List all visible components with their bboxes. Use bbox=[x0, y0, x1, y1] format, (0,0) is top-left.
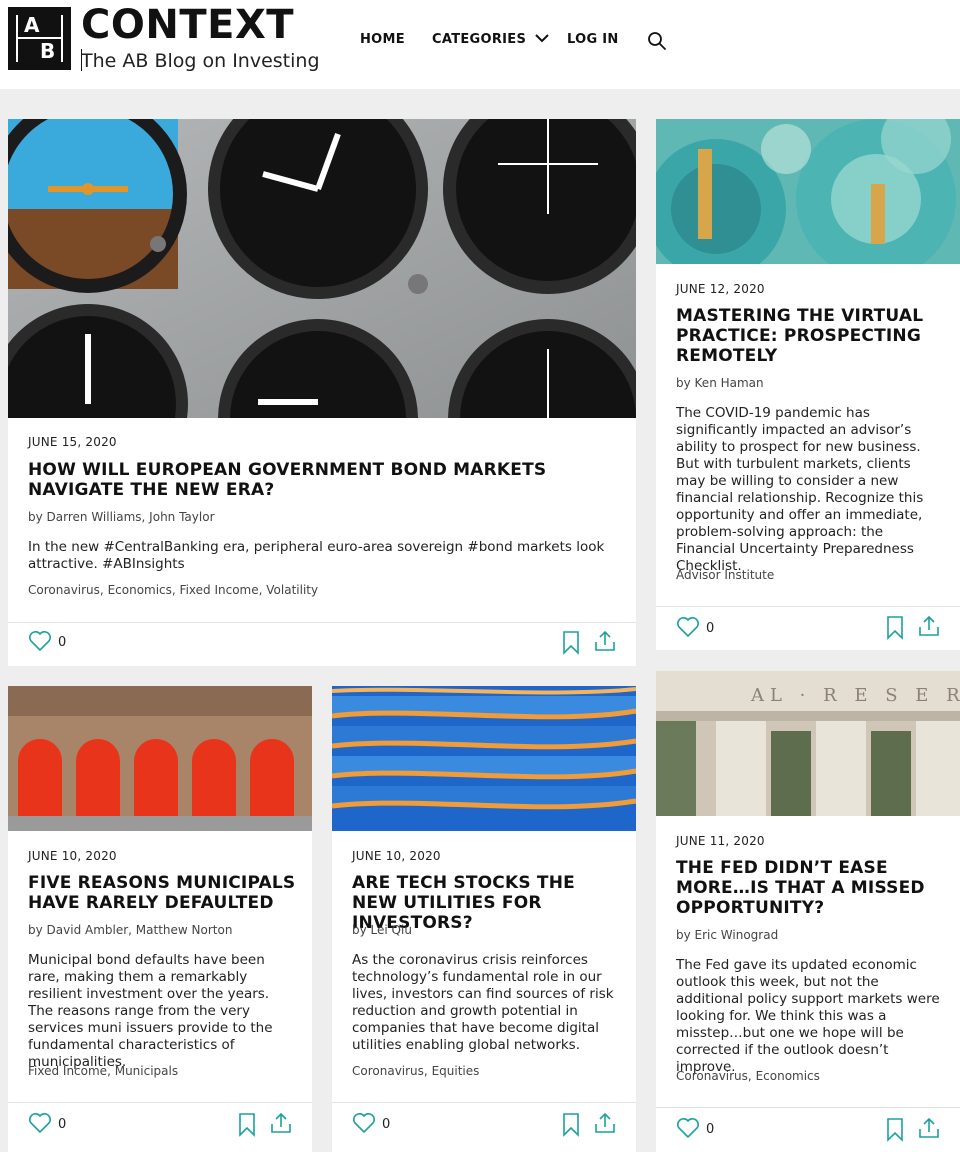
tag-link[interactable]: Municipals bbox=[115, 1064, 178, 1078]
tag-link[interactable]: Fixed Income bbox=[28, 1064, 107, 1078]
post-authors[interactable]: by Darren Williams, John Taylor bbox=[28, 510, 620, 524]
card-divider bbox=[8, 622, 636, 623]
heart-icon[interactable] bbox=[676, 1117, 700, 1139]
post-authors[interactable]: by David Ambler, Matthew Norton bbox=[28, 923, 296, 937]
site-header: A B CONTEXT The AB Blog on Investing HOM… bbox=[0, 0, 960, 89]
post-authors[interactable]: by Lei Qiu bbox=[352, 923, 620, 937]
tag-link[interactable]: Economics bbox=[108, 583, 172, 597]
post-date: JUNE 10, 2020 bbox=[28, 849, 117, 863]
post-card[interactable]: JUNE 10, 2020 ARE TECH STOCKS THE NEW UT… bbox=[332, 686, 636, 1152]
post-card[interactable]: JUNE 15, 2020 HOW WILL EUROPEAN GOVERNME… bbox=[8, 119, 636, 666]
share-icon[interactable] bbox=[594, 1112, 616, 1134]
post-image-cockpit[interactable] bbox=[8, 119, 636, 418]
tag-link[interactable]: Volatility bbox=[266, 583, 318, 597]
post-authors[interactable]: by Eric Winograd bbox=[676, 928, 944, 942]
post-title[interactable]: MASTERING THE VIRTUAL PRACTICE: PROSPECT… bbox=[676, 306, 944, 366]
bookmark-icon[interactable] bbox=[238, 1113, 256, 1137]
card-divider bbox=[8, 1102, 312, 1103]
card-divider bbox=[656, 1107, 960, 1108]
post-title[interactable]: FIVE REASONS MUNICIPALS HAVE RARELY DEFA… bbox=[28, 873, 296, 913]
heart-icon[interactable] bbox=[676, 616, 700, 638]
nav-categories-label: CATEGORIES bbox=[432, 32, 527, 47]
card-divider bbox=[332, 1102, 636, 1103]
bookmark-icon[interactable] bbox=[886, 1118, 904, 1142]
nav-login[interactable]: LOG IN bbox=[567, 32, 619, 47]
post-excerpt: The COVID-19 pandemic has significantly … bbox=[676, 405, 924, 574]
search-icon[interactable] bbox=[647, 31, 667, 51]
tag-link[interactable]: Coronavirus bbox=[352, 1064, 424, 1078]
post-tags: Coronavirus, Economics, Fixed Income, Vo… bbox=[28, 583, 319, 597]
bookmark-icon[interactable] bbox=[562, 631, 580, 655]
like-count: 0 bbox=[58, 1117, 67, 1132]
heart-icon[interactable] bbox=[28, 1112, 52, 1134]
heart-icon[interactable] bbox=[28, 630, 52, 652]
bookmark-icon[interactable] bbox=[562, 1113, 580, 1137]
post-title[interactable]: THE FED DIDN’T EASE MORE…IS THAT A MISSE… bbox=[676, 858, 944, 918]
nav-categories[interactable]: CATEGORIES bbox=[432, 32, 549, 47]
like-count: 0 bbox=[382, 1117, 391, 1132]
tag-link[interactable]: Coronavirus bbox=[28, 583, 100, 597]
tag-link[interactable]: Equities bbox=[432, 1064, 480, 1078]
post-title[interactable]: HOW WILL EUROPEAN GOVERNMENT BOND MARKET… bbox=[28, 460, 620, 500]
tag-link[interactable]: Coronavirus bbox=[676, 1069, 748, 1083]
post-image-federal-reserve[interactable]: AL · R E S E R V E bbox=[656, 671, 960, 816]
like-count: 0 bbox=[58, 635, 67, 650]
heart-icon[interactable] bbox=[352, 1112, 376, 1134]
share-icon[interactable] bbox=[270, 1112, 292, 1134]
post-card[interactable]: AL · R E S E R V E JUNE 11, 2020 THE FED… bbox=[656, 671, 960, 1152]
like-count: 0 bbox=[706, 1122, 715, 1137]
tag-link[interactable]: Economics bbox=[756, 1069, 820, 1083]
card-divider bbox=[656, 606, 960, 607]
nav-home[interactable]: HOME bbox=[360, 32, 405, 47]
post-date: JUNE 12, 2020 bbox=[676, 282, 765, 296]
bookmark-icon[interactable] bbox=[886, 616, 904, 640]
tag-link[interactable]: Advisor Institute bbox=[676, 568, 774, 582]
logo-letter-a: A bbox=[24, 13, 40, 37]
brand-title[interactable]: CONTEXT bbox=[81, 2, 294, 48]
post-tags: Coronavirus, Economics bbox=[676, 1069, 820, 1083]
engraved-inscription: AL · R E S E R V E bbox=[750, 685, 960, 706]
tag-link[interactable]: Fixed Income bbox=[180, 583, 259, 597]
post-excerpt: The Fed gave its updated economic outloo… bbox=[676, 957, 940, 1075]
logo-letter-b: B bbox=[40, 39, 56, 63]
share-icon[interactable] bbox=[918, 1117, 940, 1139]
post-card[interactable]: JUNE 12, 2020 MASTERING THE VIRTUAL PRAC… bbox=[656, 119, 960, 650]
like-count: 0 bbox=[706, 621, 715, 636]
post-date: JUNE 10, 2020 bbox=[352, 849, 441, 863]
post-date: JUNE 11, 2020 bbox=[676, 834, 765, 848]
post-authors[interactable]: by Ken Haman bbox=[676, 376, 944, 390]
post-tags: Fixed Income, Municipals bbox=[28, 1064, 179, 1078]
post-date: JUNE 15, 2020 bbox=[28, 435, 117, 449]
post-excerpt: In the new #CentralBanking era, peripher… bbox=[28, 539, 605, 572]
post-excerpt: As the coronavirus crisis reinforces tec… bbox=[352, 952, 614, 1053]
post-image-gears[interactable] bbox=[656, 119, 960, 264]
share-icon[interactable] bbox=[918, 615, 940, 637]
share-icon[interactable] bbox=[594, 630, 616, 652]
chevron-down-icon bbox=[535, 34, 549, 43]
post-image-network-switch[interactable] bbox=[332, 686, 636, 831]
brand-subtitle: The AB Blog on Investing bbox=[81, 50, 320, 72]
post-tags: Advisor Institute bbox=[676, 568, 944, 582]
post-excerpt: Municipal bond defaults have been rare, … bbox=[28, 952, 273, 1070]
post-tags: Coronavirus, Equities bbox=[352, 1064, 480, 1078]
post-card[interactable]: JUNE 10, 2020 FIVE REASONS MUNICIPALS HA… bbox=[8, 686, 312, 1152]
ab-logo[interactable]: A B bbox=[8, 7, 71, 70]
post-image-fire-station[interactable] bbox=[8, 686, 312, 831]
